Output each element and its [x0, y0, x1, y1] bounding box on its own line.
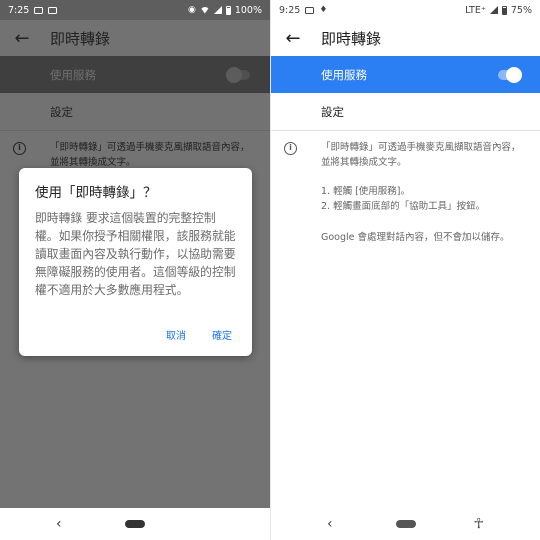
confirm-button[interactable]: 確定: [212, 327, 232, 342]
settings-row[interactable]: 設定: [0, 93, 270, 130]
wifi-icon: [199, 6, 210, 14]
navigation-bar: ‹: [0, 508, 270, 540]
notification-icon: [48, 6, 58, 14]
divider: [271, 130, 540, 131]
navigation-bar: ‹ ☥: [271, 508, 540, 540]
twitter-icon: ♦: [319, 5, 328, 15]
signal-icon: [489, 6, 498, 14]
nav-home-icon[interactable]: [125, 520, 145, 528]
back-arrow-icon[interactable]: ←: [271, 28, 315, 49]
use-service-label: 使用服務: [321, 67, 367, 82]
status-bar: 9:25 ♦ LTE⁺ 75%: [271, 0, 540, 20]
dialog-body: 即時轉錄 要求這個裝置的完整控制權。如果你授予相關權限，該服務就能讀取畫面內容及…: [35, 211, 236, 297]
toolbar: ← 即時轉錄: [0, 20, 270, 56]
toggle-knob: [506, 66, 522, 83]
network-type: LTE⁺: [465, 4, 486, 16]
signal-icon: [213, 6, 222, 14]
permission-dialog: 使用「即時轉錄」？ 即時轉錄 要求這個裝置的完整控制權。如果你授予相關權限，該服…: [19, 168, 252, 356]
left-screen: 7:25 ◉ 100% ← 即時轉錄 使用服務 設定 i 「即時轉錄」可透過手機…: [0, 0, 270, 540]
battery-icon: [501, 5, 507, 15]
description: 「即時轉錄」可透過手機麥克風擷取語音內容， 並將其轉換成文字。 1. 輕觸 [使…: [271, 140, 540, 245]
settings-label: 設定: [321, 104, 344, 119]
right-screen: 9:25 ♦ LTE⁺ 75% ← 即時轉錄 使用服務 設定 i 「即時轉錄」可…: [271, 0, 540, 540]
back-arrow-icon[interactable]: ←: [0, 28, 44, 49]
use-service-label: 使用服務: [50, 67, 96, 82]
battery-percent: 75%: [510, 4, 532, 16]
toolbar: ← 即時轉錄: [271, 20, 540, 56]
description-line: 「即時轉錄」可透過手機麥克風擷取語音內容，: [50, 142, 250, 153]
page-title: 即時轉錄: [50, 29, 111, 48]
vibrate-icon: ◉: [187, 5, 196, 15]
battery-percent: 100%: [234, 4, 262, 16]
status-time: 7:25: [8, 4, 30, 16]
nav-back-icon[interactable]: ‹: [327, 516, 333, 532]
step-1: 1. 輕觸 [使用服務]。: [321, 186, 411, 197]
nav-back-icon[interactable]: ‹: [56, 516, 62, 532]
use-service-row[interactable]: 使用服務: [0, 56, 270, 93]
toggle-knob: [226, 66, 242, 83]
step-2: 2. 輕觸畫面底部的「協助工具」按鈕。: [321, 201, 486, 212]
description-line: 「即時轉錄」可透過手機麥克風擷取語音內容，: [321, 142, 521, 153]
cancel-button[interactable]: 取消: [166, 327, 186, 342]
nav-home-icon[interactable]: [395, 520, 416, 528]
use-service-toggle[interactable]: [498, 66, 522, 83]
privacy-note: Google 會處理對話內容，但不會加以儲存。: [321, 232, 510, 243]
description-line: 並將其轉換成文字。: [321, 157, 407, 168]
notification-icon: [305, 6, 315, 14]
battery-icon: [225, 5, 231, 15]
accessibility-icon[interactable]: ☥: [474, 516, 484, 532]
use-service-toggle[interactable]: [226, 66, 250, 83]
page-title: 即時轉錄: [321, 29, 382, 48]
use-service-row[interactable]: 使用服務: [271, 56, 540, 93]
dialog-title: 使用「即時轉錄」？: [35, 185, 157, 201]
settings-label: 設定: [50, 104, 73, 119]
settings-row[interactable]: 設定: [271, 93, 540, 130]
status-time: 9:25: [279, 4, 301, 16]
description: 「即時轉錄」可透過手機麥克風擷取語音內容， 並將其轉換成文字。: [0, 140, 270, 170]
notification-icon: [34, 6, 44, 14]
status-bar: 7:25 ◉ 100%: [0, 0, 270, 20]
